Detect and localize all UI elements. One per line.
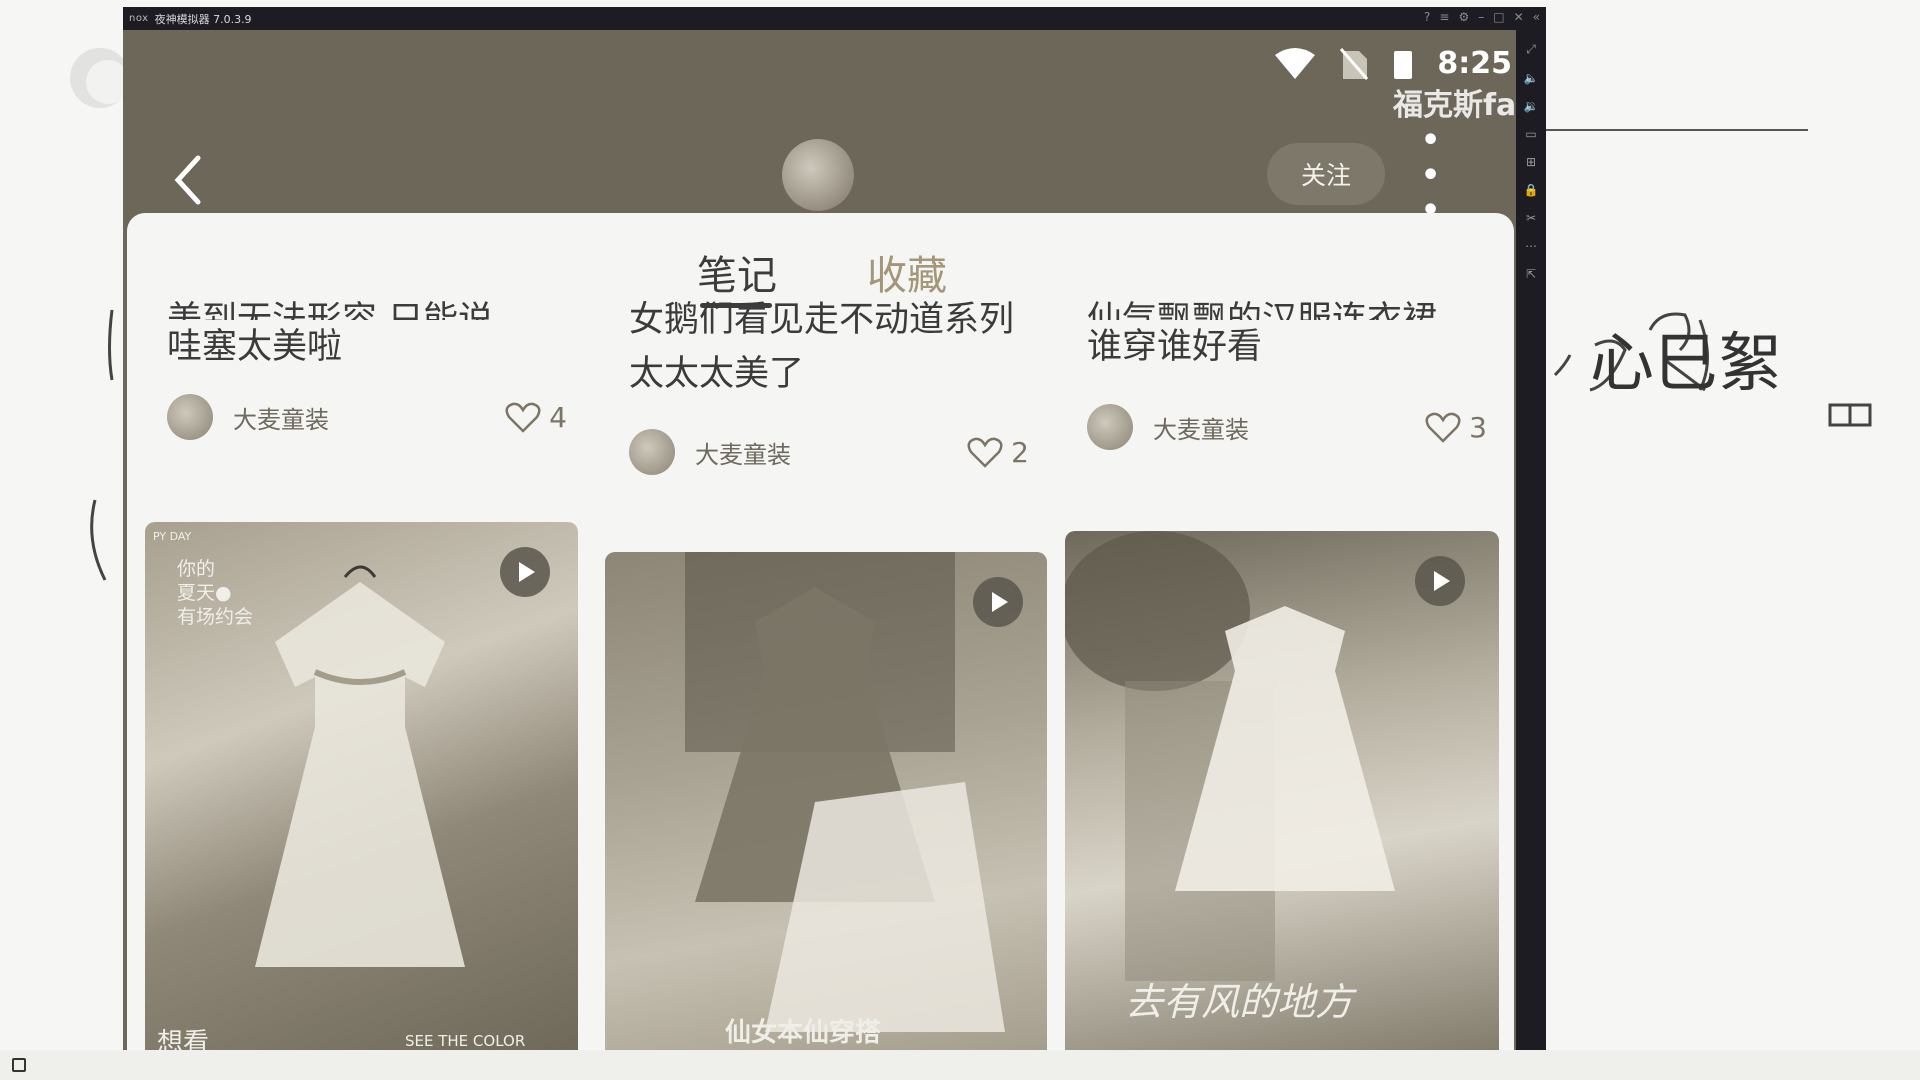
toolbar-icon[interactable] [12, 1058, 26, 1072]
collapse-icon[interactable]: « [1533, 10, 1540, 24]
close-icon[interactable]: ✕ [1514, 10, 1524, 24]
fullscreen-icon[interactable]: ⤢ [1526, 42, 1536, 57]
lock-icon[interactable]: 🔒 [1524, 183, 1539, 197]
note-title-cut: 仙气飘飘的汉服连衣裙 [1087, 300, 1438, 320]
note-thumbnail[interactable]: PY DAY 你的 夏天● 有场约会 想看 SEE THE COLOR [145, 522, 578, 1050]
play-icon[interactable] [973, 577, 1023, 627]
heart-icon [967, 437, 1003, 468]
status-bar: 8:25 [1273, 46, 1512, 81]
settings-icon[interactable]: ⚙ [1458, 10, 1469, 24]
note-meta: 大麦童装 3 [1087, 403, 1487, 451]
emulator-titlebar: nox 夜神模拟器 7.0.3.9 ? ≡ ⚙ – □ ✕ « [123, 7, 1546, 30]
like-count: 4 [549, 400, 567, 434]
heart-icon [505, 402, 541, 433]
like-button[interactable]: 3 [1425, 411, 1487, 444]
no-sim-icon [1340, 47, 1369, 80]
volume-down-icon[interactable]: 🔉 [1524, 99, 1539, 113]
external-icon[interactable]: ⇱ [1526, 267, 1536, 281]
maximize-icon[interactable]: □ [1493, 10, 1504, 24]
status-time: 8:25 [1437, 46, 1512, 81]
note-title: 谁穿谁好看 [1087, 327, 1263, 367]
whiteboard-handwriting: 心巳絮 [1590, 327, 1782, 401]
author-avatar[interactable] [167, 394, 213, 440]
note-card[interactable]: 女鹅们看见走不动道系列 太太太美了 大麦童装 2 [607, 293, 1040, 475]
thumbnail-caption-bottom-right: SEE THE COLOR [405, 1032, 526, 1050]
thumbnail-caption: 去有风的地方 [1125, 980, 1354, 1024]
author-name[interactable]: 大麦童装 [695, 435, 791, 470]
author-avatar[interactable] [1087, 404, 1133, 450]
help-icon[interactable]: ? [1424, 10, 1430, 24]
author-avatar[interactable] [629, 429, 675, 475]
dress-illustration [685, 552, 1005, 1032]
thumbnail-caption: 仙女本仙穿搭 [725, 1018, 882, 1048]
thumbnail-caption: 你的 夏天● 有场约会 [177, 558, 254, 628]
emulator-brand: nox [129, 13, 149, 24]
note-title: 女鹅们看见走不动道系列 太太太美了 [629, 300, 1015, 394]
content-sheet: 笔记 收藏 美到无法形容 只能说 哇塞太美啦 大麦童装 4 女鹅们看见走不动道系… [127, 213, 1514, 1050]
note-meta: 大麦童装 4 [167, 393, 567, 441]
emulator-window: nox 夜神模拟器 7.0.3.9 ? ≡ ⚙ – □ ✕ « ⤢ 🔈 🔉 ▭ … [123, 7, 1546, 1050]
like-button[interactable]: 2 [967, 436, 1029, 469]
note-thumbnail[interactable]: 仙女本仙穿搭 [605, 552, 1047, 1050]
more-tools-icon[interactable]: ⋯ [1525, 239, 1537, 253]
phone-screen: 8:25 福克斯fa 关注 • • • 笔记 收藏 美到无法形容 只能说 哇塞太… [123, 30, 1516, 1050]
note-meta: 大麦童装 2 [629, 428, 1029, 476]
follow-button[interactable]: 关注 [1267, 143, 1385, 205]
minimize-icon[interactable]: – [1478, 10, 1484, 24]
note-thumbnail[interactable]: 去有风的地方 [1065, 531, 1499, 1050]
note-title: 哇塞太美啦 [167, 327, 343, 367]
author-name[interactable]: 大麦童装 [233, 400, 329, 435]
emulator-sidebar: ⤢ 🔈 🔉 ▭ ⊞ 🔒 ✂ ⋯ ⇱ [1516, 30, 1546, 1050]
like-count: 3 [1469, 410, 1487, 444]
play-icon[interactable] [1415, 556, 1465, 606]
like-count: 2 [1011, 435, 1029, 469]
thumbnail-caption-bottom-left: 想看 [157, 1028, 210, 1050]
note-card[interactable]: 仙气飘飘的汉服连衣裙 谁穿谁好看 大麦童装 3 [1067, 293, 1500, 450]
screen-icon[interactable]: ▭ [1525, 127, 1536, 141]
more-options-button[interactable]: • • • [1421, 123, 1481, 228]
bottom-toolbar [0, 1050, 1920, 1080]
note-title-cut: 美到无法形容 只能说 [167, 300, 494, 320]
profile-avatar[interactable] [782, 139, 854, 211]
heart-icon [1425, 412, 1461, 443]
back-button[interactable] [168, 150, 208, 210]
note-card[interactable]: 美到无法形容 只能说 哇塞太美啦 大麦童装 4 [149, 293, 582, 440]
author-name[interactable]: 大麦童装 [1153, 410, 1249, 445]
emulator-title: 夜神模拟器 7.0.3.9 [154, 12, 252, 26]
play-icon[interactable] [500, 547, 550, 597]
menu-icon[interactable]: ≡ [1439, 10, 1449, 24]
thumbnail-caption-day: PY DAY [153, 530, 192, 543]
install-apk-icon[interactable]: ⊞ [1526, 155, 1536, 169]
scissors-icon[interactable]: ✂ [1526, 211, 1536, 225]
window-controls: ? ≡ ⚙ – □ ✕ « [1424, 10, 1540, 24]
wifi-icon [1275, 47, 1316, 79]
watermark-text: 福克斯fa [1393, 88, 1517, 123]
battery-icon [1394, 50, 1413, 79]
like-button[interactable]: 4 [505, 401, 567, 434]
volume-up-icon[interactable]: 🔈 [1524, 71, 1539, 85]
